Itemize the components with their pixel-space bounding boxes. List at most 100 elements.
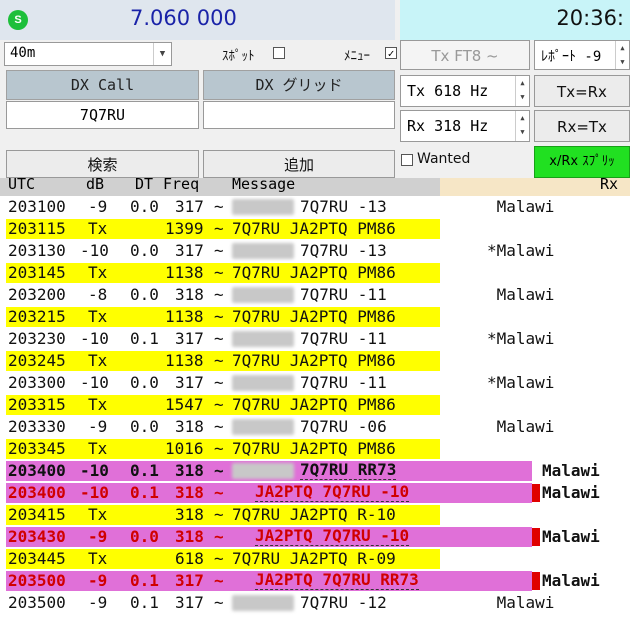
cell-freq: 318: [175, 417, 204, 436]
cell-message: 7Q7RU JA2PTQ PM86: [232, 439, 396, 458]
table-row[interactable]: 203415 Tx 318 ~7Q7RU JA2PTQ R-10: [0, 504, 630, 526]
cell-dt: 0.1: [130, 461, 159, 480]
tx-mode-button[interactable]: Tx FT8 ~: [400, 40, 530, 70]
cell-dt: 0.0: [130, 197, 159, 216]
cell-tilde: ~: [214, 197, 224, 216]
cell-message: 7Q7RU JA2PTQ PM86: [232, 395, 396, 414]
cell-db: -9: [88, 593, 108, 612]
cell-message: 7Q7RU JA2PTQ PM86: [232, 219, 396, 238]
table-row[interactable]: 203315 Tx 1547 ~7Q7RU JA2PTQ PM86: [0, 394, 630, 416]
cell-freq: 1138: [165, 307, 204, 326]
cell-message: 7Q7RU RR73: [300, 460, 397, 480]
cell-country: Malawi: [487, 197, 555, 216]
cell-utc: 203215: [8, 307, 66, 326]
split-button[interactable]: x/Rx ｽﾌﾟﾘｯ: [534, 146, 630, 178]
cell-dt: 0.0: [130, 285, 159, 304]
table-row[interactable]: 203245 Tx 1138 ~7Q7RU JA2PTQ PM86: [0, 350, 630, 372]
spin-arrows-icon[interactable]: ▲ ▼: [615, 41, 629, 69]
table-row[interactable]: 203230 -10 0.1 317 ~ JL1OZI 7Q7RU -11 *Malawi: [0, 328, 630, 350]
cell-utc: 203115: [8, 219, 66, 238]
cell-country: Malawi: [487, 593, 555, 612]
cell-message: 7Q7RU -13: [300, 197, 387, 216]
red-marker: [532, 528, 540, 546]
cell-message: 7Q7RU JA2PTQ PM86: [232, 263, 396, 282]
tx-eq-rx-button[interactable]: Tx=Rx: [534, 75, 630, 107]
table-row[interactable]: 203130 -10 0.0 317 ~ JE1POK 7Q7RU -13 *Malawi: [0, 240, 630, 262]
cell-message: 7Q7RU -13: [300, 241, 387, 260]
cell-dt: 0.1: [130, 593, 159, 612]
table-row[interactable]: 203430 -9 0.0 318 ~ JA2PTQ 7Q7RU -10 Malawi: [0, 526, 630, 548]
cell-freq: 318: [175, 461, 204, 480]
rx-eq-tx-button[interactable]: Rx=Tx: [534, 110, 630, 142]
cell-utc: 203415: [8, 505, 66, 524]
cell-country: Malawi: [487, 417, 555, 436]
cell-dt: 0.0: [130, 417, 159, 436]
table-row[interactable]: 203500 -9 0.1 317 ~ JA2PTQ 7Q7RU RR73 Malawi: [0, 570, 630, 592]
cell-blurred-callsign: JE1POK: [232, 199, 294, 215]
clock-display: 20:36:: [400, 0, 630, 40]
dx-grid-input[interactable]: [203, 101, 395, 129]
spot-label: ｽﾎﾟｯﾄ: [222, 49, 255, 64]
menu-checkbox[interactable]: ✓: [385, 47, 397, 59]
table-row[interactable]: 203115 Tx 1399 ~7Q7RU JA2PTQ PM86: [0, 218, 630, 240]
cell-country: Malawi: [542, 571, 600, 590]
cell-freq: 318: [175, 483, 204, 502]
cell-utc: 203200: [8, 285, 66, 304]
search-button[interactable]: 検索: [6, 150, 199, 178]
cell-country: Malawi: [487, 285, 555, 304]
table-row[interactable]: 203145 Tx 1138 ~7Q7RU JA2PTQ PM86: [0, 262, 630, 284]
cell-utc: 203300: [8, 373, 66, 392]
cell-utc: 203445: [8, 549, 66, 568]
cell-utc: 203145: [8, 263, 66, 282]
cell-message: 7Q7RU -11: [300, 373, 387, 392]
add-button[interactable]: 追加: [203, 150, 395, 178]
cell-country: Malawi: [542, 527, 600, 546]
table-row[interactable]: 203215 Tx 1138 ~7Q7RU JA2PTQ PM86: [0, 306, 630, 328]
cell-db: -9: [88, 417, 108, 436]
band-select[interactable]: 40m ▼: [4, 42, 172, 66]
cell-utc: 203500: [8, 593, 66, 612]
table-row[interactable]: 203100 -9 0.0 317 ~ JE1POK 7Q7RU -13 Malawi: [0, 196, 630, 218]
cell-tilde: ~: [214, 505, 224, 524]
table-row[interactable]: 203445 Tx 618 ~7Q7RU JA2PTQ R-09: [0, 548, 630, 570]
cell-tilde: ~: [214, 395, 224, 414]
header-message: Message: [232, 178, 296, 193]
cell-message: 7Q7RU JA2PTQ PM86: [232, 307, 396, 326]
cell-freq: 318: [175, 527, 204, 546]
tx-freq-spinbox[interactable]: Tx 618 Hz ▲ ▼: [400, 75, 530, 107]
cell-freq: 317: [175, 241, 204, 260]
table-row[interactable]: 203400 -10 0.1 318 ~ JA5AAE 7Q7RU RR73 Malawi: [0, 460, 630, 482]
cell-freq: 318: [175, 285, 204, 304]
cell-db: -10: [80, 373, 109, 392]
table-row[interactable]: 203345 Tx 1016 ~7Q7RU JA2PTQ PM86: [0, 438, 630, 460]
cell-utc: 203245: [8, 351, 66, 370]
table-row[interactable]: 203500 -9 0.1 317 ~ JE7KXX 7Q7RU -12 Malawi: [0, 592, 630, 614]
cell-blurred-callsign: JA5AAE: [232, 463, 294, 479]
cell-tilde: ~: [214, 307, 224, 326]
table-row[interactable]: 203300 -10 0.0 317 ~ JL1OZI 7Q7RU -11 *Malawi: [0, 372, 630, 394]
cell-message: 7Q7RU JA2PTQ PM86: [232, 351, 396, 370]
cell-utc: 203315: [8, 395, 66, 414]
cell-db: Tx: [88, 439, 108, 458]
spot-checkbox[interactable]: [273, 47, 285, 59]
cell-dt: 0.0: [130, 527, 159, 546]
cell-freq: 1399: [165, 219, 204, 238]
spin-arrows-icon[interactable]: ▲ ▼: [515, 76, 529, 106]
cell-tilde: ~: [214, 329, 224, 348]
dx-call-input[interactable]: 7Q7RU: [6, 101, 199, 129]
cell-freq: 1016: [165, 439, 204, 458]
cell-tilde: ~: [214, 285, 224, 304]
table-row[interactable]: 203200 -8 0.0 318 ~ JL1OZI 7Q7RU -11 Malawi: [0, 284, 630, 306]
message-table[interactable]: 203100-90.0317~JE1POK7Q7RU -13 Malawi203…: [0, 196, 630, 620]
cell-dt: 0.0: [130, 373, 159, 392]
table-row[interactable]: 203400 -10 0.1 318 ~ JA2PTQ 7Q7RU -10 Malawi: [0, 482, 630, 504]
rx-freq-spinbox[interactable]: Rx 318 Hz ▲ ▼: [400, 110, 530, 142]
cell-blurred-callsign: JA5AAE: [232, 419, 294, 435]
table-row[interactable]: 203330 -9 0.0 318 ~ JA5AAE 7Q7RU -06 Malawi: [0, 416, 630, 438]
report-spinbox[interactable]: ﾚﾎﾟｰﾄ -9 ▲ ▼: [534, 40, 630, 70]
cell-blurred-callsign: JL1OZI: [232, 287, 294, 303]
spin-arrows-icon[interactable]: ▲ ▼: [515, 111, 529, 141]
cell-utc: 203400: [8, 483, 66, 502]
wanted-checkbox[interactable]: [401, 154, 413, 166]
band-value: 40m: [10, 45, 36, 61]
